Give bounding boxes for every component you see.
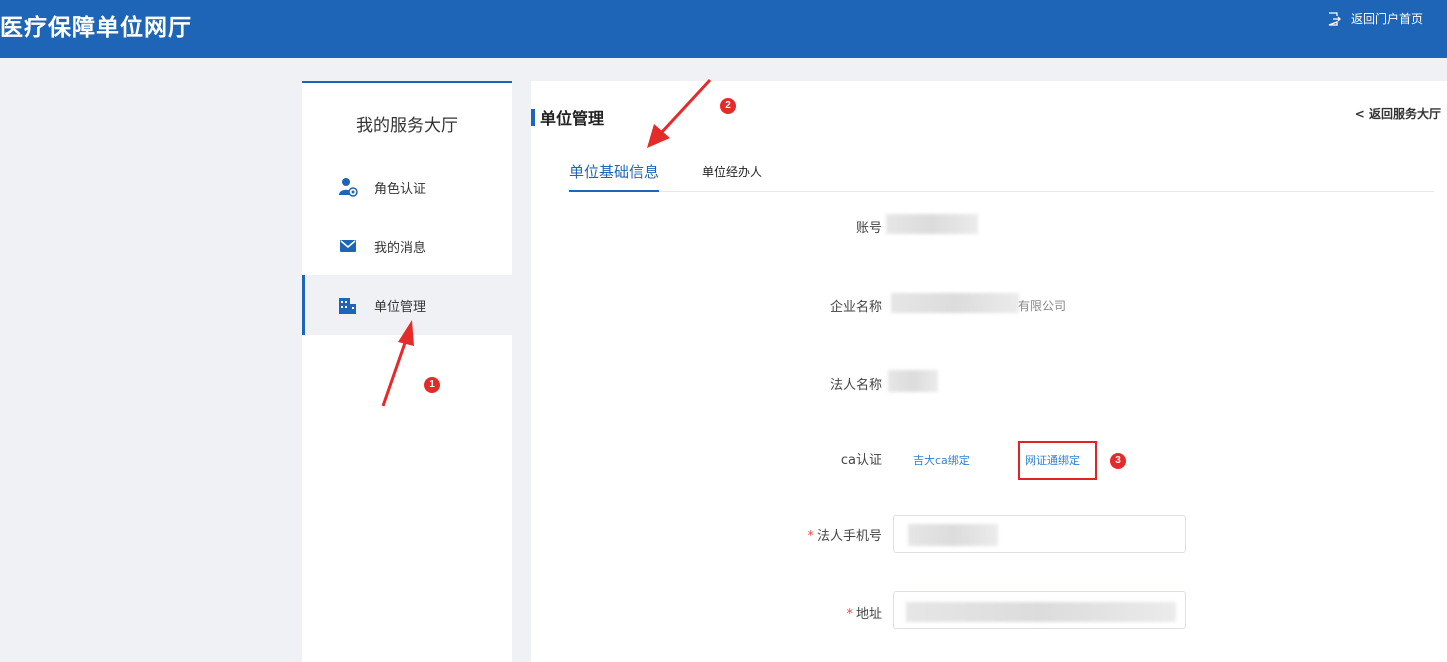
highlight-box xyxy=(1018,441,1097,480)
exit-icon xyxy=(1328,11,1341,26)
company-name-redacted xyxy=(891,293,1019,313)
legal-person-label: 法人名称 xyxy=(829,378,882,393)
legal-person-redacted xyxy=(888,370,938,392)
address-value-redacted xyxy=(906,602,1176,622)
phone-value-redacted xyxy=(908,524,998,546)
return-portal-link[interactable]: 返回门户首页 xyxy=(1327,10,1423,27)
site-title: 医疗保障单位网厅 xyxy=(0,15,192,41)
jida-ca-bind-link[interactable]: 吉大ca绑定 xyxy=(913,452,970,468)
sidebar-item-role-cert[interactable]: 角色认证 xyxy=(302,157,512,217)
address-input[interactable] xyxy=(893,591,1186,629)
legal-phone-input[interactable] xyxy=(893,515,1186,553)
company-name-label: 企业名称 xyxy=(829,300,882,315)
account-label: 账号 xyxy=(855,221,882,236)
sidebar-item-label: 我的消息 xyxy=(374,240,427,256)
top-bar: 医疗保障单位网厅 返回门户首页 xyxy=(0,0,1447,58)
sidebar-item-messages[interactable]: 我的消息 xyxy=(302,216,512,276)
main-panel: 单位管理 < 返回服务大厅 单位基础信息 单位经办人 账号 企业名称 有限公司 … xyxy=(531,81,1447,662)
page-title: 单位管理 xyxy=(531,105,604,129)
tab-bar: 单位基础信息 单位经办人 xyxy=(569,152,1434,192)
required-mark: * xyxy=(846,607,853,622)
required-mark: * xyxy=(807,529,814,544)
tab-unit-basic-info[interactable]: 单位基础信息 xyxy=(569,152,660,192)
address-label: * 地址 xyxy=(846,603,882,622)
mail-icon xyxy=(338,236,358,256)
annotation-marker-3: 3 xyxy=(1110,453,1126,469)
legal-phone-label: * 法人手机号 xyxy=(807,525,882,544)
user-cert-icon xyxy=(338,177,358,197)
sidebar-item-label: 单位管理 xyxy=(374,299,427,315)
annotation-marker-2: 2 xyxy=(720,98,736,114)
ca-cert-label: ca认证 xyxy=(840,453,882,468)
title-accent-bar xyxy=(531,108,535,126)
annotation-marker-1: 1 xyxy=(424,377,440,393)
building-icon xyxy=(338,295,358,315)
tab-unit-agent[interactable]: 单位经办人 xyxy=(702,152,762,192)
page-title-text: 单位管理 xyxy=(540,109,605,128)
account-value-redacted xyxy=(886,214,978,234)
sidebar-title: 我的服务大厅 xyxy=(356,116,458,136)
company-name-suffix: 有限公司 xyxy=(1018,299,1067,313)
legal-phone-label-text: 法人手机号 xyxy=(816,529,882,544)
sidebar: 我的服务大厅 角色认证 我的消息 单位管理 xyxy=(302,81,512,662)
address-label-text: 地址 xyxy=(855,607,882,622)
sidebar-item-label: 角色认证 xyxy=(374,181,427,197)
return-portal-label: 返回门户首页 xyxy=(1350,12,1423,26)
sidebar-item-unit-management[interactable]: 单位管理 xyxy=(302,275,512,335)
back-to-service-hall-link[interactable]: < 返回服务大厅 xyxy=(1355,105,1441,122)
